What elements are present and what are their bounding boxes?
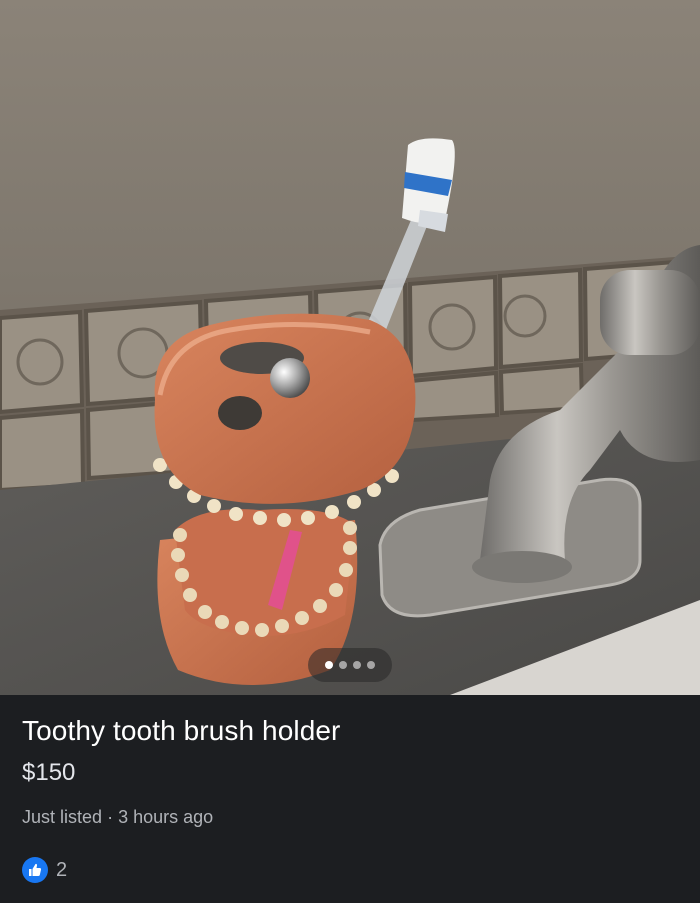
reactions-row[interactable]: 2: [22, 857, 67, 883]
carousel-dot[interactable]: [353, 661, 361, 669]
meta-separator: ·: [107, 807, 114, 827]
listing-price: $150: [22, 759, 76, 786]
photo-carousel-indicator[interactable]: [308, 648, 392, 682]
carousel-dot-active[interactable]: [325, 661, 333, 669]
carousel-dot[interactable]: [339, 661, 347, 669]
listing-title[interactable]: Toothy tooth brush holder: [22, 715, 340, 747]
listed-status: Just listed: [22, 807, 103, 827]
listing-info: Toothy tooth brush holder $150 Just list…: [0, 695, 700, 903]
listing-meta: Just listed · 3 hours ago: [22, 807, 213, 828]
listing-photo[interactable]: [0, 0, 700, 695]
carousel-dot[interactable]: [367, 661, 375, 669]
like-count: 2: [56, 858, 68, 881]
photo-illustration: [0, 0, 700, 695]
marketplace-listing-card[interactable]: Toothy tooth brush holder $150 Just list…: [0, 0, 700, 903]
thumbs-up-icon: [22, 857, 48, 883]
listing-time-ago: 3 hours ago: [118, 807, 214, 827]
